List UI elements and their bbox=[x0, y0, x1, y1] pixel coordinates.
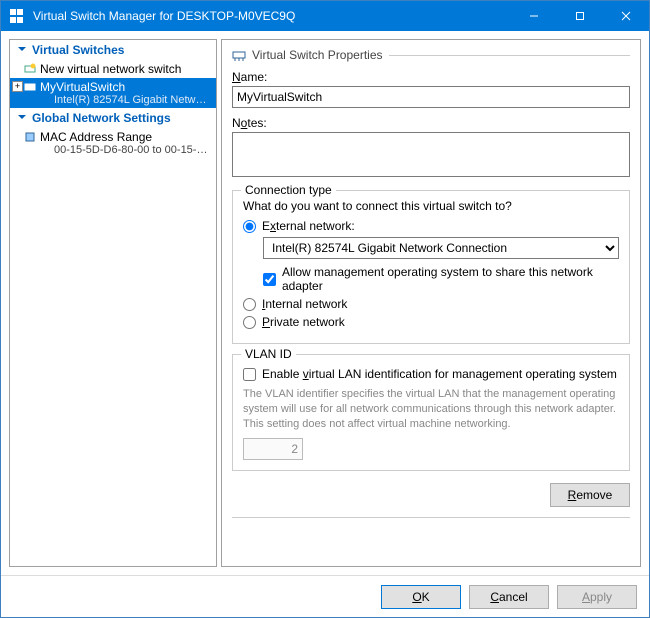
radio-label: Private network bbox=[262, 315, 345, 329]
section-title: Virtual Switch Properties bbox=[252, 48, 383, 62]
radio-label: External network: bbox=[262, 219, 355, 233]
name-label: Name: bbox=[232, 70, 630, 84]
tree-header-global-settings[interactable]: Global Network Settings bbox=[10, 108, 216, 128]
tree-item-new-switch[interactable]: New virtual network switch bbox=[10, 60, 216, 78]
tree-item-label: New virtual network switch bbox=[40, 62, 181, 76]
tree-item-sublabel: 00-15-5D-D6-80-00 to 00-15-5D-D... bbox=[40, 144, 210, 156]
apply-button: Apply bbox=[557, 585, 637, 609]
window: Virtual Switch Manager for DESKTOP-M0VEC… bbox=[0, 0, 650, 618]
group-legend: VLAN ID bbox=[241, 347, 296, 361]
name-input[interactable] bbox=[232, 86, 630, 108]
radio-external-input[interactable] bbox=[243, 220, 256, 233]
left-panel: Virtual Switches New virtual network swi… bbox=[9, 39, 217, 567]
check-label: Enable virtual LAN identification for ma… bbox=[262, 367, 617, 381]
tree-expander-icon[interactable]: + bbox=[12, 81, 23, 92]
vlan-id-input bbox=[243, 438, 303, 460]
remove-button[interactable]: Remove bbox=[550, 483, 630, 507]
notes-label: Notes: bbox=[232, 116, 630, 130]
check-enable-vlan[interactable]: Enable virtual LAN identification for ma… bbox=[243, 367, 619, 381]
app-icon bbox=[9, 8, 25, 24]
right-panel: Virtual Switch Properties Name: Notes: C… bbox=[221, 39, 641, 567]
check-label: Allow management operating system to sha… bbox=[282, 265, 619, 293]
group-connection-type: Connection type What do you want to conn… bbox=[232, 190, 630, 344]
divider bbox=[232, 517, 630, 518]
vlan-help-text: The VLAN identifier specifies the virtua… bbox=[243, 387, 619, 432]
radio-internal-input[interactable] bbox=[243, 298, 256, 311]
dialog-footer: OK Cancel Apply bbox=[1, 575, 649, 617]
check-allow-mgmt[interactable]: Allow management operating system to sha… bbox=[263, 265, 619, 293]
check-enable-vlan-input[interactable] bbox=[243, 368, 256, 381]
tree-item-label: MyVirtualSwitch bbox=[40, 80, 125, 94]
radio-external[interactable]: External network: bbox=[243, 219, 619, 233]
radio-internal[interactable]: Internal network bbox=[243, 297, 619, 311]
window-title: Virtual Switch Manager for DESKTOP-M0VEC… bbox=[33, 9, 511, 23]
divider bbox=[389, 55, 631, 56]
radio-private[interactable]: Private network bbox=[243, 315, 619, 329]
radio-label: Internal network bbox=[262, 297, 347, 311]
tree-item-sublabel: Intel(R) 82574L Gigabit Network C... bbox=[40, 94, 210, 106]
tree-item-mac-range[interactable]: MAC Address Range 00-15-5D-D6-80-00 to 0… bbox=[10, 128, 216, 158]
switch-properties-icon bbox=[232, 48, 246, 62]
titlebar: Virtual Switch Manager for DESKTOP-M0VEC… bbox=[1, 1, 649, 31]
notes-textarea[interactable] bbox=[232, 132, 630, 177]
new-switch-icon bbox=[24, 63, 36, 75]
close-button[interactable] bbox=[603, 1, 649, 31]
tree-item-label: MAC Address Range bbox=[40, 130, 152, 144]
connection-question: What do you want to connect this virtual… bbox=[243, 199, 619, 213]
tree-header-virtual-switches[interactable]: Virtual Switches bbox=[10, 40, 216, 60]
check-allow-mgmt-input[interactable] bbox=[263, 273, 276, 286]
tree-item-myvirtualswitch[interactable]: + MyVirtualSwitch Intel(R) 82574L Gigabi… bbox=[10, 78, 216, 108]
cancel-button[interactable]: Cancel bbox=[469, 585, 549, 609]
group-vlan-id: VLAN ID Enable virtual LAN identificatio… bbox=[232, 354, 630, 471]
radio-private-input[interactable] bbox=[243, 316, 256, 329]
ok-button[interactable]: OK bbox=[381, 585, 461, 609]
nic-icon bbox=[24, 131, 36, 143]
group-legend: Connection type bbox=[241, 183, 336, 197]
minimize-button[interactable] bbox=[511, 1, 557, 31]
switch-icon bbox=[24, 81, 36, 93]
maximize-button[interactable] bbox=[557, 1, 603, 31]
adapter-select[interactable]: Intel(R) 82574L Gigabit Network Connecti… bbox=[263, 237, 619, 259]
